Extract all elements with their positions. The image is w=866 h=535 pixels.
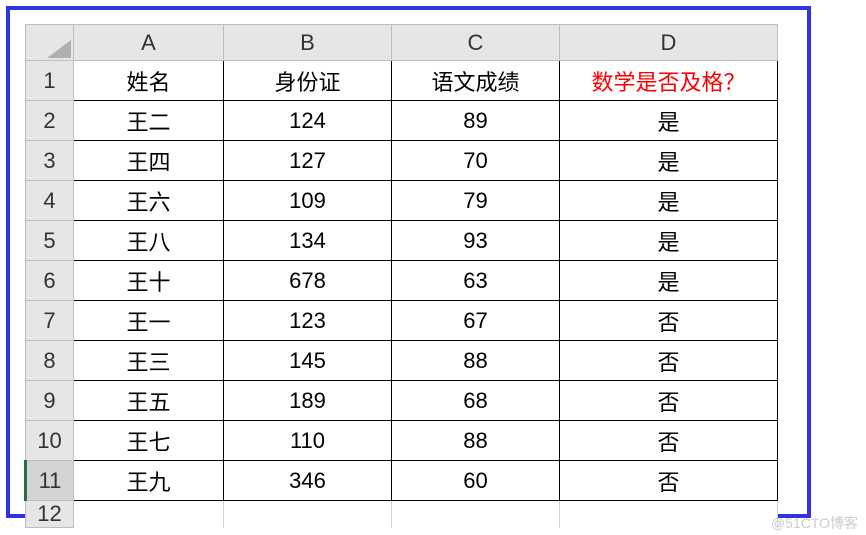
column-header-A[interactable]: A <box>74 25 224 61</box>
cell-C2[interactable]: 89 <box>392 101 560 141</box>
cell-D10[interactable]: 否 <box>560 421 778 461</box>
cell-B9[interactable]: 189 <box>224 381 392 421</box>
row-header-7[interactable]: 7 <box>26 301 74 341</box>
cell-D3[interactable]: 是 <box>560 141 778 181</box>
cell-D5[interactable]: 是 <box>560 221 778 261</box>
cell-A2[interactable]: 王二 <box>74 101 224 141</box>
cell-B12[interactable] <box>224 501 392 528</box>
cell-D12[interactable] <box>560 501 778 528</box>
cell-D8[interactable]: 否 <box>560 341 778 381</box>
cell-D4[interactable]: 是 <box>560 181 778 221</box>
cell-B11[interactable]: 346 <box>224 461 392 501</box>
cell-C11[interactable]: 60 <box>392 461 560 501</box>
watermark-text: @51CTO博客 <box>771 513 858 533</box>
cell-B5[interactable]: 134 <box>224 221 392 261</box>
row-header-9[interactable]: 9 <box>26 381 74 421</box>
cell-B2[interactable]: 124 <box>224 101 392 141</box>
row-header-5[interactable]: 5 <box>26 221 74 261</box>
cell-B6[interactable]: 678 <box>224 261 392 301</box>
cell-C12[interactable] <box>392 501 560 528</box>
cell-B8[interactable]: 145 <box>224 341 392 381</box>
cell-A5[interactable]: 王八 <box>74 221 224 261</box>
column-header-B[interactable]: B <box>224 25 392 61</box>
cell-B10[interactable]: 110 <box>224 421 392 461</box>
select-all-corner[interactable] <box>26 25 74 61</box>
cell-A6[interactable]: 王十 <box>74 261 224 301</box>
row-header-2[interactable]: 2 <box>26 101 74 141</box>
cell-D1[interactable]: 数学是否及格？ <box>560 61 778 101</box>
cell-C5[interactable]: 93 <box>392 221 560 261</box>
cell-C8[interactable]: 88 <box>392 341 560 381</box>
cell-C9[interactable]: 68 <box>392 381 560 421</box>
cell-C10[interactable]: 88 <box>392 421 560 461</box>
cell-A4[interactable]: 王六 <box>74 181 224 221</box>
cell-C4[interactable]: 79 <box>392 181 560 221</box>
row-header-8[interactable]: 8 <box>26 341 74 381</box>
cell-B7[interactable]: 123 <box>224 301 392 341</box>
cell-A3[interactable]: 王四 <box>74 141 224 181</box>
row-header-12[interactable]: 12 <box>26 501 74 528</box>
row-header-1[interactable]: 1 <box>26 61 74 101</box>
column-header-C[interactable]: C <box>392 25 560 61</box>
row-header-6[interactable]: 6 <box>26 261 74 301</box>
cell-A10[interactable]: 王七 <box>74 421 224 461</box>
row-header-3[interactable]: 3 <box>26 141 74 181</box>
cell-D7[interactable]: 否 <box>560 301 778 341</box>
column-header-D[interactable]: D <box>560 25 778 61</box>
cell-D9[interactable]: 否 <box>560 381 778 421</box>
cell-A12[interactable] <box>74 501 224 528</box>
cell-D2[interactable]: 是 <box>560 101 778 141</box>
row-header-11[interactable]: 11 <box>26 461 74 501</box>
cell-C6[interactable]: 63 <box>392 261 560 301</box>
cell-C3[interactable]: 70 <box>392 141 560 181</box>
spreadsheet-grid: A B C D 1 姓名 身份证 语文成绩 数学是否及格？ 2 王二 124 8… <box>24 24 778 528</box>
row-header-10[interactable]: 10 <box>26 421 74 461</box>
cell-D6[interactable]: 是 <box>560 261 778 301</box>
cell-C7[interactable]: 67 <box>392 301 560 341</box>
cell-C1[interactable]: 语文成绩 <box>392 61 560 101</box>
row-header-4[interactable]: 4 <box>26 181 74 221</box>
cell-A11[interactable]: 王九 <box>74 461 224 501</box>
cell-B1[interactable]: 身份证 <box>224 61 392 101</box>
cell-D11[interactable]: 否 <box>560 461 778 501</box>
cell-A8[interactable]: 王三 <box>74 341 224 381</box>
cell-A7[interactable]: 王一 <box>74 301 224 341</box>
cell-A1[interactable]: 姓名 <box>74 61 224 101</box>
select-all-triangle-icon <box>47 40 71 58</box>
cell-A9[interactable]: 王五 <box>74 381 224 421</box>
screenshot-frame: A B C D 1 姓名 身份证 语文成绩 数学是否及格？ 2 王二 124 8… <box>6 6 811 518</box>
cell-B3[interactable]: 127 <box>224 141 392 181</box>
cell-B4[interactable]: 109 <box>224 181 392 221</box>
